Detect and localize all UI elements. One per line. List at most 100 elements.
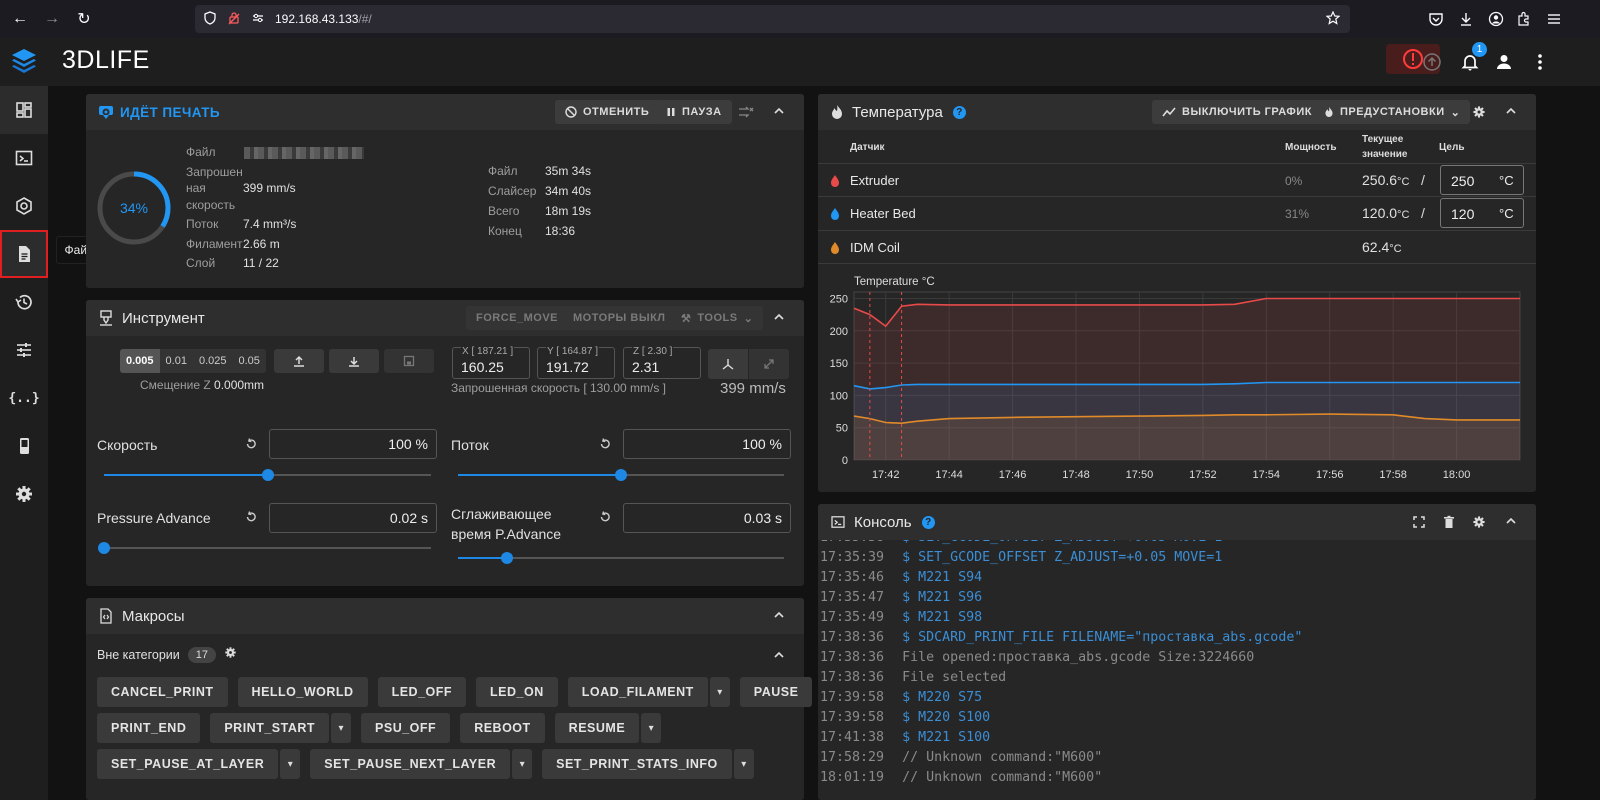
y-position-field[interactable]: Y [ 164.87 ] 191.72 <box>537 346 615 379</box>
smooth-time-slider-thumb[interactable] <box>500 552 513 564</box>
shield-icon[interactable] <box>203 10 217 28</box>
forward-icon[interactable]: → <box>36 3 68 35</box>
collapse-tool-icon[interactable] <box>772 310 786 329</box>
app-logo-icon[interactable] <box>0 38 48 86</box>
nav-dashboard[interactable] <box>0 86 48 134</box>
collapse-temperature-icon[interactable] <box>1504 104 1518 123</box>
nav-files[interactable] <box>0 230 48 278</box>
url-path[interactable]: /#/ <box>358 12 371 26</box>
speed-slider-thumb[interactable] <box>261 469 274 481</box>
speed-input[interactable]: 100 % <box>269 429 437 459</box>
pa-reset-icon[interactable] <box>244 510 258 529</box>
collapse-macros-icon[interactable] <box>772 608 786 627</box>
more-menu-button[interactable] <box>1520 38 1560 86</box>
macro-dropdown-chevron-icon[interactable]: ▾ <box>512 749 533 779</box>
macro-button[interactable]: PRINT_START <box>210 713 330 743</box>
home-all-button[interactable] <box>708 349 748 379</box>
nav-tune[interactable] <box>0 326 48 374</box>
flow-reset-icon[interactable] <box>598 437 612 456</box>
macro-button[interactable]: CANCEL_PRINT <box>97 677 228 707</box>
collapse-console-icon[interactable] <box>1504 514 1518 533</box>
collapse-category-icon[interactable] <box>772 648 786 667</box>
cancel-print-button[interactable]: ОТМЕНИТЬ <box>555 100 660 124</box>
smooth-time-input[interactable]: 0.03 s <box>623 503 791 533</box>
speed-slider[interactable] <box>104 469 431 481</box>
force-move-button[interactable]: FORCE_MOVE <box>466 306 569 330</box>
macro-button[interactable]: REBOOT <box>460 713 545 743</box>
help-icon[interactable]: ? <box>952 105 966 119</box>
x-position-field[interactable]: X [ 187.21 ] 160.25 <box>452 346 530 379</box>
presets-button[interactable]: ПРЕДУСТАНОВКИ ⌄ <box>1314 100 1471 124</box>
permissions-icon[interactable] <box>251 11 265 28</box>
console-output[interactable]: 17:35:38 $ SET_GCODE_OFFSET Z_ADJUST=+0.… <box>818 540 1536 800</box>
exclude-objects-icon[interactable] <box>738 105 754 124</box>
smooth-time-slider[interactable] <box>458 552 784 564</box>
flow-input[interactable]: 100 % <box>623 429 791 459</box>
trash-icon[interactable] <box>1442 515 1456 534</box>
flow-slider[interactable] <box>458 469 784 481</box>
url-bar[interactable]: 192.168.43.133/#/ <box>195 5 1350 33</box>
z-position-field[interactable]: Z [ 2.30 ] 2.31 <box>623 346 701 379</box>
reload-icon[interactable]: ↻ <box>68 3 100 35</box>
hide-chart-button[interactable]: ВЫКЛЮЧИТЬ ГРАФИК <box>1152 100 1322 124</box>
sensor-target-input[interactable]: 250 °C <box>1440 165 1524 195</box>
user-button[interactable] <box>1484 38 1524 86</box>
macro-button[interactable]: PSU_OFF <box>361 713 451 743</box>
macro-button[interactable]: SET_PAUSE_AT_LAYER <box>97 749 279 779</box>
z-step-2[interactable]: 0.025 <box>193 349 233 373</box>
pocket-icon[interactable] <box>1428 0 1444 38</box>
pa-slider[interactable] <box>98 542 431 554</box>
temp-settings-icon[interactable] <box>1472 105 1486 124</box>
macro-button[interactable]: RESUME <box>554 713 640 743</box>
z-save-button[interactable] <box>384 349 434 373</box>
fullscreen-icon[interactable] <box>1412 515 1426 534</box>
flow-slider-thumb[interactable] <box>615 469 627 481</box>
z-step-0[interactable]: 0.005 <box>120 349 160 373</box>
pa-slider-thumb[interactable] <box>98 542 110 554</box>
lock-insecure-icon[interactable] <box>227 11 241 28</box>
console-settings-icon[interactable] <box>1472 515 1486 534</box>
macro-button[interactable]: LED_OFF <box>377 677 467 707</box>
pa-input[interactable]: 0.02 s <box>269 503 437 533</box>
account-icon[interactable] <box>1488 0 1504 38</box>
sensor-target-input[interactable]: 120 °C <box>1440 198 1524 229</box>
nav-history[interactable] <box>0 278 48 326</box>
console-help-icon[interactable]: ? <box>921 515 935 529</box>
macro-button[interactable]: PAUSE <box>739 677 813 707</box>
speed-reset-icon[interactable] <box>244 437 258 456</box>
macro-button[interactable]: SET_PRINT_STATS_INFO <box>542 749 732 779</box>
nav-config[interactable]: {..} <box>0 374 48 422</box>
macro-button[interactable]: LOAD_FILAMENT <box>567 677 708 707</box>
z-step-1[interactable]: 0.01 <box>160 349 193 373</box>
nav-system[interactable] <box>0 422 48 470</box>
macro-dropdown-chevron-icon[interactable]: ▾ <box>709 677 730 707</box>
upload-file-button[interactable] <box>1412 38 1452 86</box>
macro-dropdown-chevron-icon[interactable]: ▾ <box>733 749 754 779</box>
url-host[interactable]: 192.168.43.133 <box>275 12 358 26</box>
menu-hamburger-icon[interactable] <box>1546 0 1562 38</box>
z-step-3[interactable]: 0.05 <box>232 349 265 373</box>
macro-settings-icon[interactable] <box>224 646 237 664</box>
expand-arrows-button[interactable] <box>749 349 789 379</box>
z-up-button[interactable] <box>274 349 324 373</box>
app-title[interactable]: 3DLIFE <box>62 46 150 75</box>
z-down-button[interactable] <box>329 349 379 373</box>
motors-off-button[interactable]: МОТОРЫ ВЫКЛ <box>563 306 676 330</box>
macro-button[interactable]: PRINT_END <box>97 713 201 743</box>
macro-category-row[interactable]: Вне категории 17 <box>97 646 237 664</box>
macro-button[interactable]: HELLO_WORLD <box>237 677 368 707</box>
bookmark-star-icon[interactable] <box>1325 10 1341 28</box>
back-icon[interactable]: ← <box>4 3 36 35</box>
nav-settings[interactable] <box>0 470 48 518</box>
tools-dropdown-button[interactable]: ⚒ TOOLS ⌄ <box>671 306 764 330</box>
download-icon[interactable] <box>1458 0 1474 38</box>
pause-print-button[interactable]: ПАУЗА <box>656 100 732 124</box>
macro-button[interactable]: LED_ON <box>476 677 558 707</box>
smooth-reset-icon[interactable] <box>598 510 612 529</box>
nav-heightmap[interactable] <box>0 182 48 230</box>
nav-console[interactable] <box>0 134 48 182</box>
macro-dropdown-chevron-icon[interactable]: ▾ <box>331 713 352 743</box>
collapse-status-icon[interactable] <box>772 104 786 123</box>
macro-dropdown-chevron-icon[interactable]: ▾ <box>280 749 301 779</box>
extensions-icon[interactable] <box>1516 0 1532 38</box>
